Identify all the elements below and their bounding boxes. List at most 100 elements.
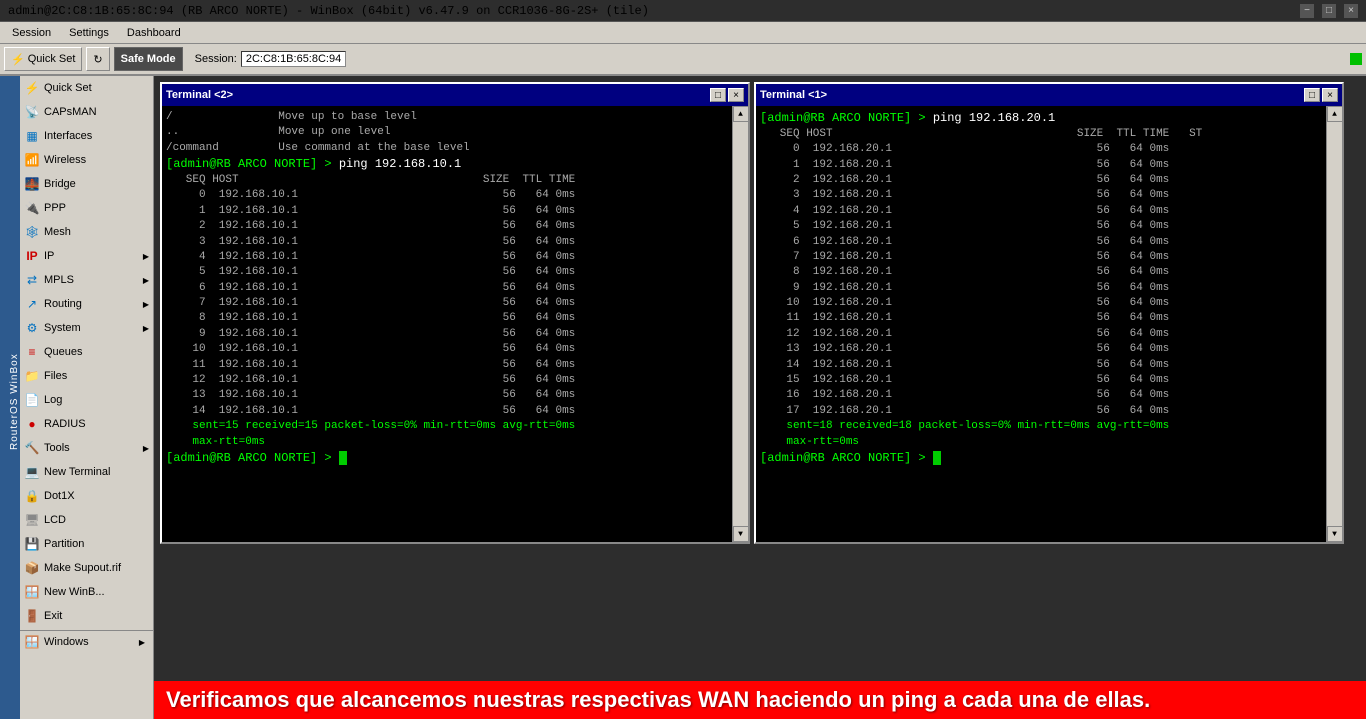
sidebar-item-quickset[interactable]: ⚡ Quick Set xyxy=(0,76,153,100)
terminal-1-prompt1: [admin@RB ARCO NORTE] > xyxy=(760,111,933,125)
log-icon: 📄 xyxy=(24,392,40,408)
terminal-2-scroll-up[interactable]: ▲ xyxy=(733,106,749,122)
terminal-2-maximize-button[interactable]: □ xyxy=(710,88,726,102)
terminal-1-scroll-up[interactable]: ▲ xyxy=(1327,106,1343,122)
terminal-1-row-11: 11 192.168.20.1 56 64 0ms xyxy=(760,311,1322,326)
session-value: 2C:C8:1B:65:8C:94 xyxy=(241,51,346,67)
terminal-1-maximize-button[interactable]: □ xyxy=(1304,88,1320,102)
new-terminal-icon: 💻 xyxy=(24,464,40,480)
sidebar-item-lcd[interactable]: 🖥 LCD xyxy=(0,508,153,532)
terminal-1-row-3: 3 192.168.20.1 56 64 0ms xyxy=(760,188,1322,203)
sidebar-item-routing[interactable]: ↗ Routing xyxy=(0,292,153,316)
terminal-2-title: Terminal <2> xyxy=(166,89,233,101)
bridge-icon: 🌉 xyxy=(24,176,40,192)
terminal-1-body[interactable]: [admin@RB ARCO NORTE] > ping 192.168.20.… xyxy=(756,106,1326,542)
terminal-1-row-1: 1 192.168.20.1 56 64 0ms xyxy=(760,158,1322,173)
terminal-1-row-17: 17 192.168.20.1 56 64 0ms xyxy=(760,404,1322,419)
title-bar: admin@2C:C8:1B:65:8C:94 (RB ARCO NORTE) … xyxy=(0,0,1366,22)
sidebar-item-mpls[interactable]: ⇄ MPLS xyxy=(0,268,153,292)
quickset-button[interactable]: ⚡ Quick Set xyxy=(4,47,82,71)
terminal-1-row-7: 7 192.168.20.1 56 64 0ms xyxy=(760,250,1322,265)
exit-icon: 🚪 xyxy=(24,608,40,624)
sidebar-item-mesh[interactable]: 🕸 Mesh xyxy=(0,220,153,244)
content-area: Terminal <2> □ × / Move up to base level… xyxy=(154,76,1366,719)
sidebar-item-new-winbox[interactable]: 🪟 New WinB... xyxy=(0,580,153,604)
terminal-1-row-10: 10 192.168.20.1 56 64 0ms xyxy=(760,296,1322,311)
terminal-1-scroll-down[interactable]: ▼ xyxy=(1327,526,1343,542)
terminal-1-row-4: 4 192.168.20.1 56 64 0ms xyxy=(760,204,1322,219)
terminal-1-col-headers: SEQ HOST SIZE TTL TIME ST xyxy=(760,127,1322,142)
menu-session[interactable]: Session xyxy=(4,25,59,41)
terminal-1-cursor xyxy=(933,451,941,465)
terminal-2-close-button[interactable]: × xyxy=(728,88,744,102)
mesh-icon: 🕸 xyxy=(24,224,40,240)
minimize-button[interactable]: − xyxy=(1300,4,1314,18)
sidebar-item-windows[interactable]: 🪟 Windows xyxy=(0,631,153,653)
sidebar-item-queues[interactable]: ≡ Queues xyxy=(0,340,153,364)
window-controls: − □ × xyxy=(1300,4,1358,18)
sidebar-item-ip[interactable]: IP IP xyxy=(0,244,153,268)
sidebar-item-ppp[interactable]: 🔌 PPP xyxy=(0,196,153,220)
terminal-1-window: Terminal <1> □ × [admin@RB ARCO NORTE] >… xyxy=(754,82,1344,544)
quickset-icon: ⚡ xyxy=(24,80,40,96)
lcd-icon: 🖥 xyxy=(24,512,40,528)
terminal-1-scroll-track xyxy=(1327,122,1342,526)
terminal-1-row-16: 16 192.168.20.1 56 64 0ms xyxy=(760,388,1322,403)
connection-indicator xyxy=(1350,53,1362,65)
terminal-1-content-row: [admin@RB ARCO NORTE] > ping 192.168.20.… xyxy=(756,106,1342,542)
sidebar-item-radius[interactable]: ● RADIUS xyxy=(0,412,153,436)
terminal-2-scrollbar[interactable]: ▲ ▼ xyxy=(732,106,748,542)
interfaces-icon: ▦ xyxy=(24,128,40,144)
menu-settings[interactable]: Settings xyxy=(61,25,117,41)
terminal-2-row-0: 0 192.168.10.1 56 64 0ms xyxy=(166,188,728,203)
sidebar-item-interfaces[interactable]: ▦ Interfaces xyxy=(0,124,153,148)
make-supout-icon: 📦 xyxy=(24,560,40,576)
files-icon: 📁 xyxy=(24,368,40,384)
sidebar-item-new-terminal[interactable]: 💻 New Terminal xyxy=(0,460,153,484)
sidebar-item-dot1x[interactable]: 🔒 Dot1X xyxy=(0,484,153,508)
sidebar-item-files[interactable]: 📁 Files xyxy=(0,364,153,388)
sidebar-item-wireless[interactable]: 📶 Wireless xyxy=(0,148,153,172)
sidebar-item-exit[interactable]: 🚪 Exit xyxy=(0,604,153,628)
terminal-1-controls: □ × xyxy=(1304,88,1338,102)
terminal-2-body[interactable]: / Move up to base level .. Move up one l… xyxy=(162,106,732,542)
terminal-1-maxrtt: max-rtt=0ms xyxy=(760,435,1322,450)
sidebar-item-tools[interactable]: 🔨 Tools xyxy=(0,436,153,460)
terminal-2-row-4: 4 192.168.10.1 56 64 0ms xyxy=(166,250,728,265)
system-icon: ⚙ xyxy=(24,320,40,336)
terminal-2-row-10: 10 192.168.10.1 56 64 0ms xyxy=(166,342,728,357)
terminal-1-row-13: 13 192.168.20.1 56 64 0ms xyxy=(760,342,1322,357)
terminal-2-scroll-down[interactable]: ▼ xyxy=(733,526,749,542)
terminal-1-prompt2: [admin@RB ARCO NORTE] > xyxy=(760,451,933,465)
terminal-1-row-2: 2 192.168.20.1 56 64 0ms xyxy=(760,173,1322,188)
refresh-button[interactable]: ↻ xyxy=(86,47,109,71)
terminal-2-window: Terminal <2> □ × / Move up to base level… xyxy=(160,82,750,544)
close-button[interactable]: × xyxy=(1344,4,1358,18)
terminal-2-col-headers: SEQ HOST SIZE TTL TIME xyxy=(166,173,728,188)
annotation-text: Verificamos que alcancemos nuestras resp… xyxy=(166,687,1150,712)
terminal-1-row-0: 0 192.168.20.1 56 64 0ms xyxy=(760,142,1322,157)
terminal-2-row-6: 6 192.168.10.1 56 64 0ms xyxy=(166,281,728,296)
terminal-1-row-9: 9 192.168.20.1 56 64 0ms xyxy=(760,281,1322,296)
safe-mode-button[interactable]: Safe Mode xyxy=(114,47,183,71)
capsman-icon: 📡 xyxy=(24,104,40,120)
sidebar-item-capsman[interactable]: 📡 CAPsMAN xyxy=(0,100,153,124)
terminal-2-row-14: 14 192.168.10.1 56 64 0ms xyxy=(166,404,728,419)
maximize-button[interactable]: □ xyxy=(1322,4,1336,18)
terminal-2-help1: / Move up to base level xyxy=(166,110,728,125)
sidebar-item-partition[interactable]: 💾 Partition xyxy=(0,532,153,556)
terminal-2-row-2: 2 192.168.10.1 56 64 0ms xyxy=(166,219,728,234)
sidebar-item-log[interactable]: 📄 Log xyxy=(0,388,153,412)
terminal-2-cursor xyxy=(339,451,347,465)
terminal-2-controls: □ × xyxy=(710,88,744,102)
terminal-1-close-button[interactable]: × xyxy=(1322,88,1338,102)
sidebar-item-bridge[interactable]: 🌉 Bridge xyxy=(0,172,153,196)
sidebar-item-system[interactable]: ⚙ System xyxy=(0,316,153,340)
quickset-icon: ⚡ xyxy=(11,53,25,66)
terminal-1-scrollbar[interactable]: ▲ ▼ xyxy=(1326,106,1342,542)
title-text: admin@2C:C8:1B:65:8C:94 (RB ARCO NORTE) … xyxy=(8,4,649,18)
sidebar-item-make-supout[interactable]: 📦 Make Supout.rif xyxy=(0,556,153,580)
wireless-icon: 📶 xyxy=(24,152,40,168)
menu-dashboard[interactable]: Dashboard xyxy=(119,25,189,41)
terminal-2-scroll-track xyxy=(733,122,748,526)
